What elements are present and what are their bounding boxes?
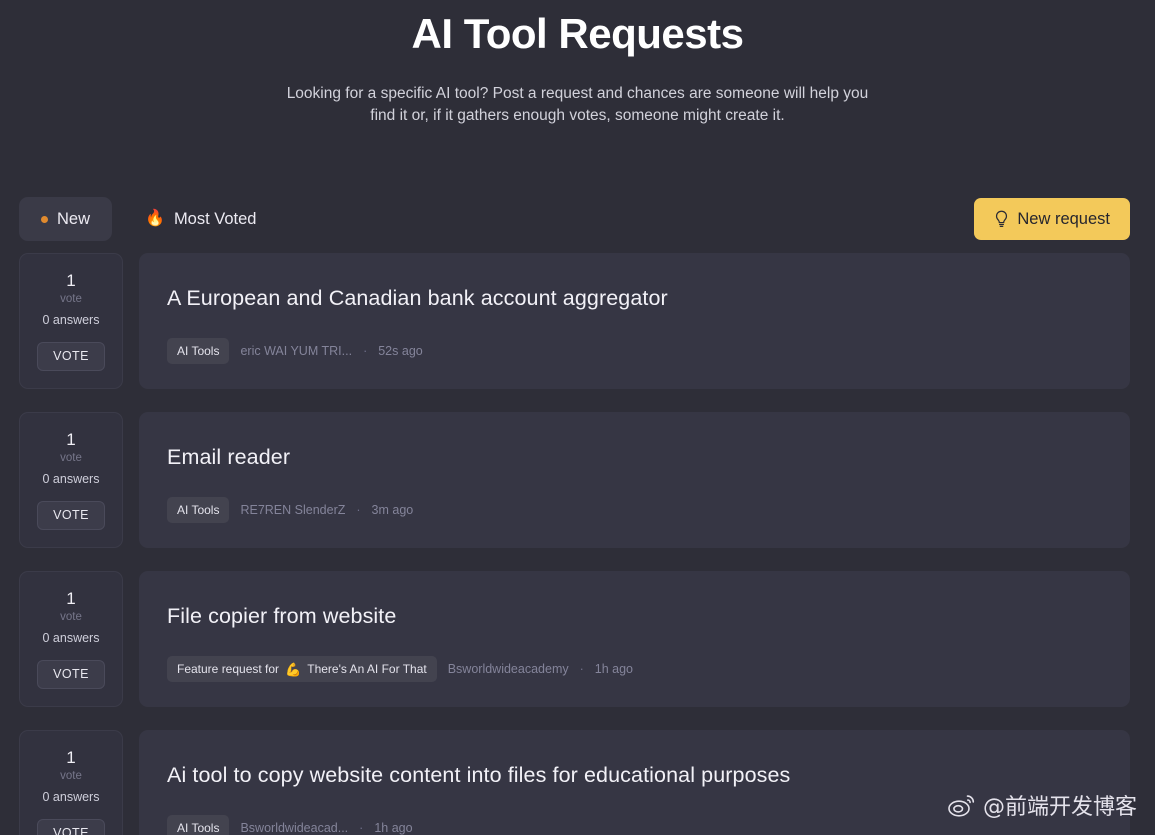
answers-count: 0 answers <box>42 789 100 804</box>
tab-new[interactable]: New <box>19 197 113 241</box>
request-card[interactable]: Ai tool to copy website content into fil… <box>139 730 1130 835</box>
request-time: 1h ago <box>374 821 413 835</box>
request-author[interactable]: eric WAI YUM TRI... <box>240 344 352 358</box>
vote-label: vote <box>60 769 82 782</box>
request-title: Email reader <box>167 445 291 469</box>
vote-button[interactable]: VOTE <box>37 818 105 835</box>
feature-request-tag[interactable]: Feature request for 💪 There's An AI For … <box>167 656 437 682</box>
request-time: 3m ago <box>371 503 414 517</box>
request-author[interactable]: RE7REN SlenderZ <box>240 503 345 517</box>
tab-new-label: New <box>57 209 91 228</box>
request-row: 1 vote 0 answers VOTE File copier from w… <box>0 571 1155 707</box>
request-author[interactable]: Bsworldwideacad... <box>240 821 348 835</box>
vote-label: vote <box>60 610 82 623</box>
vote-button[interactable]: VOTE <box>37 500 105 530</box>
vote-button[interactable]: VOTE <box>37 659 105 689</box>
muscle-icon: 💪 <box>285 661 302 677</box>
vote-count: 1 <box>66 270 76 290</box>
category-tag[interactable]: AI Tools <box>167 815 230 835</box>
meta-separator: · <box>356 503 361 517</box>
request-meta: AI Tools RE7REN SlenderZ · 3m ago <box>167 497 1102 523</box>
controls-bar: New 🔥 Most Voted New request <box>0 196 1155 242</box>
page-header: AI Tool Requests Looking for a specific … <box>0 0 1155 127</box>
vote-count: 1 <box>66 588 76 608</box>
vote-box: 1 vote 0 answers VOTE <box>19 571 123 707</box>
category-tag-label: AI Tools <box>177 821 220 835</box>
request-title: A European and Canadian bank account agg… <box>167 286 668 310</box>
request-author[interactable]: Bsworldwideacademy <box>448 662 569 676</box>
vote-box: 1 vote 0 answers VOTE <box>19 730 123 835</box>
page-subtitle: Looking for a specific AI tool? Post a r… <box>286 84 869 124</box>
category-tag[interactable]: AI Tools <box>167 338 230 364</box>
feature-request-prefix: Feature request for <box>177 662 280 676</box>
new-request-label: New request <box>1017 209 1110 228</box>
lightbulb-icon <box>994 210 1009 228</box>
vote-box: 1 vote 0 answers VOTE <box>19 412 123 548</box>
answers-count: 0 answers <box>42 312 100 327</box>
request-card[interactable]: Email reader AI Tools RE7REN SlenderZ · … <box>139 412 1130 548</box>
vote-label: vote <box>60 451 82 464</box>
request-card[interactable]: File copier from website Feature request… <box>139 571 1130 707</box>
new-request-button[interactable]: New request <box>974 198 1130 240</box>
request-time: 52s ago <box>378 344 423 358</box>
request-title: Ai tool to copy website content into fil… <box>167 763 791 787</box>
category-tag[interactable]: AI Tools <box>167 497 230 523</box>
category-tag-label: AI Tools <box>177 344 220 358</box>
tab-list: New 🔥 Most Voted <box>19 197 279 241</box>
request-card[interactable]: A European and Canadian bank account agg… <box>139 253 1130 389</box>
request-meta: AI Tools eric WAI YUM TRI... · 52s ago <box>167 338 1102 364</box>
meta-separator: · <box>363 344 368 358</box>
dot-icon <box>41 215 48 223</box>
page-title: AI Tool Requests <box>411 10 744 57</box>
vote-count: 1 <box>66 747 76 767</box>
vote-label: vote <box>60 292 82 305</box>
request-row: 1 vote 0 answers VOTE A European and Can… <box>0 253 1155 389</box>
request-row: 1 vote 0 answers VOTE Email reader AI To… <box>0 412 1155 548</box>
request-meta: AI Tools Bsworldwideacad... · 1h ago <box>167 815 1102 835</box>
meta-separator: · <box>359 821 364 835</box>
answers-count: 0 answers <box>42 630 100 645</box>
category-tag-label: AI Tools <box>177 503 220 517</box>
vote-button[interactable]: VOTE <box>37 341 105 371</box>
fire-icon: 🔥 <box>145 210 165 227</box>
page-root: AI Tool Requests Looking for a specific … <box>0 0 1155 835</box>
tab-most-voted-label: Most Voted <box>173 209 257 228</box>
tab-most-voted[interactable]: 🔥 Most Voted <box>123 197 278 241</box>
request-time: 1h ago <box>594 662 634 676</box>
feature-request-target: There's An AI For That <box>307 662 427 676</box>
request-row: 1 vote 0 answers VOTE Ai tool to copy we… <box>0 730 1155 835</box>
answers-count: 0 answers <box>42 471 100 486</box>
vote-count: 1 <box>66 429 76 449</box>
request-meta: Feature request for 💪 There's An AI For … <box>167 656 1102 682</box>
meta-separator: · <box>579 662 584 676</box>
request-title: File copier from website <box>167 604 397 628</box>
vote-box: 1 vote 0 answers VOTE <box>19 253 123 389</box>
request-list: 1 vote 0 answers VOTE A European and Can… <box>0 253 1155 835</box>
